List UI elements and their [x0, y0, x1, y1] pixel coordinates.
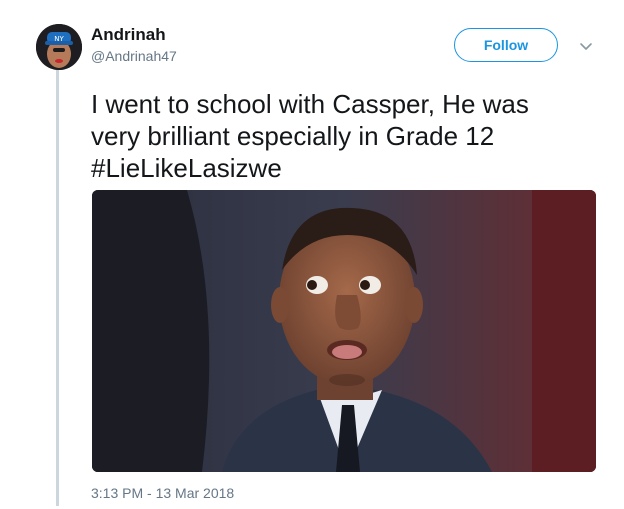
- tweet-photo[interactable]: [92, 190, 596, 472]
- svg-text:NY: NY: [54, 35, 64, 43]
- chevron-down-icon[interactable]: [578, 38, 594, 54]
- hashtag-link[interactable]: #LieLikeLasizwe: [91, 152, 591, 184]
- avatar[interactable]: NY: [36, 24, 82, 70]
- tweet-text-line-1: I went to school with Cassper, He was: [91, 89, 529, 119]
- tweet-timestamp[interactable]: 3:13 PM - 13 Mar 2018: [91, 485, 234, 501]
- follow-button[interactable]: Follow: [454, 28, 558, 62]
- tweet-card: NY Andrinah @Andrinah47 Follow I went to…: [0, 0, 624, 509]
- user-handle[interactable]: @Andrinah47: [91, 48, 177, 64]
- tweet-text: I went to school with Cassper, He was ve…: [91, 88, 591, 184]
- thread-line: [56, 70, 59, 506]
- tweet-text-line-2: very brilliant especially in Grade 12: [91, 121, 495, 151]
- display-name[interactable]: Andrinah: [91, 25, 166, 45]
